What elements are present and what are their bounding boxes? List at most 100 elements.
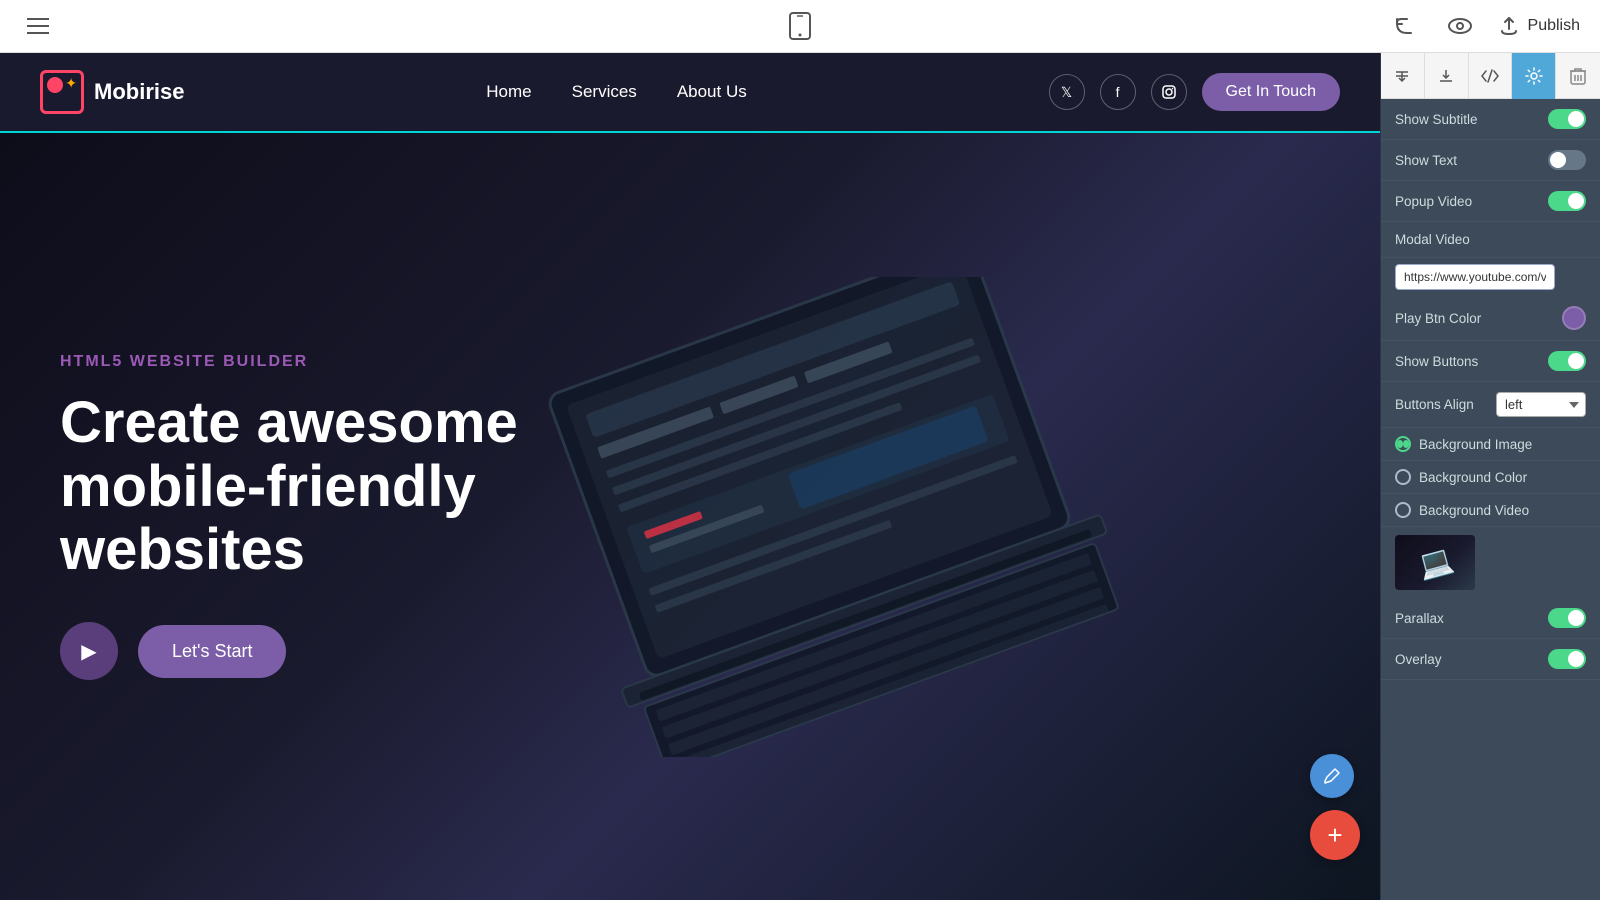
top-toolbar: Publish — [0, 0, 1600, 53]
overlay-label: Overlay — [1395, 652, 1442, 667]
website-preview: Mobirise Home Services About Us 𝕏 f Get … — [0, 53, 1380, 900]
bg-video-label: Background Video — [1419, 503, 1529, 518]
show-subtitle-label: Show Subtitle — [1395, 112, 1478, 127]
undo-button[interactable] — [1386, 8, 1422, 44]
show-text-toggle[interactable] — [1548, 150, 1586, 170]
toolbar-right: Publish — [1386, 8, 1580, 44]
bg-color-label: Background Color — [1419, 470, 1527, 485]
phone-icon — [789, 12, 811, 40]
hero-buttons: ▶ Let's Start — [60, 622, 610, 680]
main-area: Mobirise Home Services About Us 𝕏 f Get … — [0, 53, 1600, 900]
overlay-toggle[interactable] — [1548, 649, 1586, 669]
publish-label: Publish — [1528, 17, 1580, 35]
panel-row-overlay: Overlay — [1381, 639, 1600, 680]
hamburger-icon — [27, 18, 49, 34]
panel-row-bg-video: Background Video — [1381, 494, 1600, 527]
buttons-align-label: Buttons Align — [1395, 397, 1474, 412]
panel-download-button[interactable] — [1425, 53, 1469, 99]
right-panel: Show Subtitle Show Text Popup Video — [1380, 53, 1600, 900]
logo-icon — [40, 70, 84, 114]
thumbnail-laptop-icon: 💻 — [1414, 542, 1456, 583]
play-icon: ▶ — [81, 639, 96, 664]
toggle-knob — [1568, 353, 1584, 369]
show-text-label: Show Text — [1395, 153, 1457, 168]
panel-code-button[interactable] — [1469, 53, 1513, 99]
panel-row-show-subtitle: Show Subtitle — [1381, 99, 1600, 140]
toggle-knob — [1568, 610, 1584, 626]
bg-image-label: Background Image — [1419, 437, 1532, 452]
get-in-touch-button[interactable]: Get In Touch — [1202, 73, 1340, 111]
panel-row-bg-image: Background Image — [1381, 428, 1600, 461]
toolbar-left — [20, 8, 56, 44]
toggle-knob — [1568, 651, 1584, 667]
play-button[interactable]: ▶ — [60, 622, 118, 680]
hero-title: Create awesome mobile-friendly websites — [60, 391, 610, 582]
toggle-knob — [1550, 152, 1566, 168]
nav-link-services[interactable]: Services — [572, 82, 637, 102]
nav-link-home[interactable]: Home — [486, 82, 531, 102]
panel-sort-button[interactable] — [1381, 53, 1425, 99]
toggle-knob — [1568, 111, 1584, 127]
sort-icon — [1394, 68, 1410, 84]
panel-settings-button[interactable] — [1512, 53, 1556, 99]
show-subtitle-toggle[interactable] — [1548, 109, 1586, 129]
panel-delete-button[interactable] — [1556, 53, 1600, 99]
panel-row-parallax: Parallax — [1381, 598, 1600, 639]
logo-text: Mobirise — [94, 79, 184, 105]
show-buttons-label: Show Buttons — [1395, 354, 1478, 369]
panel-row-popup-video: Popup Video — [1381, 181, 1600, 222]
twitter-icon[interactable]: 𝕏 — [1049, 74, 1085, 110]
bg-video-radio[interactable] — [1395, 502, 1411, 518]
toggle-knob — [1568, 193, 1584, 209]
fab-edit-button[interactable] — [1310, 754, 1354, 798]
site-logo: Mobirise — [40, 70, 184, 114]
fab-add-button[interactable]: + — [1310, 810, 1360, 860]
hero-title-line2: mobile-friendly websites — [60, 454, 476, 583]
lets-start-button[interactable]: Let's Start — [138, 625, 286, 678]
play-btn-color-label: Play Btn Color — [1395, 311, 1481, 326]
facebook-icon[interactable]: f — [1100, 74, 1136, 110]
panel-row-show-text: Show Text — [1381, 140, 1600, 181]
hamburger-menu-button[interactable] — [20, 8, 56, 44]
code-icon — [1481, 69, 1499, 83]
play-btn-color-swatch[interactable] — [1562, 306, 1586, 330]
show-buttons-toggle[interactable] — [1548, 351, 1586, 371]
site-navbar: Mobirise Home Services About Us 𝕏 f Get … — [0, 53, 1380, 133]
settings-icon — [1525, 67, 1543, 85]
hero-section: HTML5 WEBSITE BUILDER Create awesome mob… — [0, 133, 1380, 900]
panel-row-bg-color: Background Color — [1381, 461, 1600, 494]
buttons-align-select[interactable]: left center right — [1496, 392, 1586, 417]
toolbar-center — [782, 8, 818, 44]
publish-button[interactable]: Publish — [1498, 15, 1580, 37]
preview-button[interactable] — [1442, 8, 1478, 44]
nav-link-about[interactable]: About Us — [677, 82, 747, 102]
bg-image-radio[interactable] — [1395, 436, 1411, 452]
trash-icon — [1570, 67, 1586, 85]
eye-icon — [1448, 18, 1472, 34]
popup-video-label: Popup Video — [1395, 194, 1472, 209]
mobile-preview-button[interactable] — [782, 8, 818, 44]
download-icon — [1438, 68, 1454, 84]
nav-links: Home Services About Us — [486, 82, 746, 102]
panel-row-modal-video-label: Modal Video — [1381, 222, 1600, 258]
publish-icon — [1498, 15, 1520, 37]
edit-pencil-icon — [1323, 767, 1341, 785]
popup-video-toggle[interactable] — [1548, 191, 1586, 211]
parallax-label: Parallax — [1395, 611, 1444, 626]
panel-row-show-buttons: Show Buttons — [1381, 341, 1600, 382]
hero-subtitle: HTML5 WEBSITE BUILDER — [60, 353, 610, 371]
bg-thumbnail[interactable]: 💻 — [1395, 535, 1475, 590]
modal-video-input[interactable] — [1395, 264, 1555, 290]
bg-color-radio[interactable] — [1395, 469, 1411, 485]
hero-title-line1: Create awesome — [60, 390, 518, 455]
fab-add-icon: + — [1327, 820, 1342, 851]
parallax-toggle[interactable] — [1548, 608, 1586, 628]
instagram-icon[interactable] — [1151, 74, 1187, 110]
panel-content[interactable]: Show Subtitle Show Text Popup Video — [1381, 99, 1600, 900]
nav-actions: 𝕏 f Get In Touch — [1049, 73, 1340, 111]
panel-row-buttons-align: Buttons Align left center right — [1381, 382, 1600, 428]
instagram-svg — [1162, 85, 1176, 99]
bg-thumbnail-inner: 💻 — [1395, 535, 1475, 590]
panel-row-play-btn-color: Play Btn Color — [1381, 296, 1600, 341]
panel-toolbar — [1381, 53, 1600, 99]
